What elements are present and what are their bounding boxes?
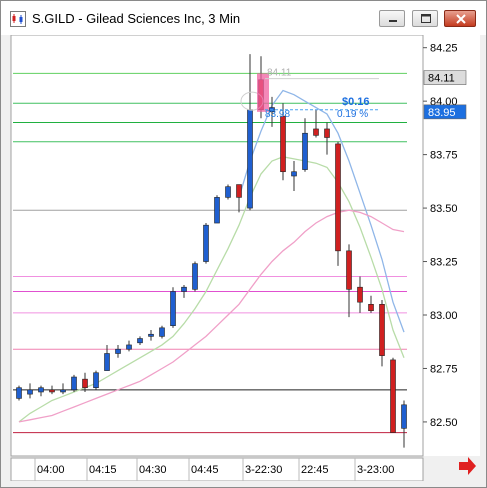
- minimize-button[interactable]: [379, 10, 405, 27]
- change-value: $0.16: [342, 96, 370, 108]
- price-flag: 84.11: [423, 70, 467, 85]
- y-tick-label: 83.00: [430, 310, 458, 322]
- candle-body: [49, 389, 55, 393]
- candle-body: [357, 286, 363, 303]
- candle: [93, 370, 99, 390]
- candle-body: [401, 404, 407, 429]
- y-tick-label: 82.50: [430, 417, 458, 429]
- chart-area[interactable]: 84.25 84.00 83.75 83.50 83.25 83.00 82.75 82.50…: [9, 34, 480, 482]
- x-tick-label: 22:45: [301, 464, 329, 476]
- candle-body: [313, 128, 319, 136]
- price-flag-label: 83.95: [428, 107, 456, 119]
- y-tick-label: 83.50: [430, 203, 458, 215]
- candle-body: [368, 304, 374, 312]
- maximize-icon: [421, 14, 431, 23]
- close-icon: [456, 14, 466, 24]
- close-button[interactable]: [444, 10, 476, 27]
- x-tick-label: 04:45: [191, 464, 219, 476]
- candlestick-chart[interactable]: 84.2584.0083.7583.5083.2583.0082.7582.50…: [9, 34, 480, 482]
- candle-body: [71, 376, 77, 391]
- candle-body: [181, 286, 187, 292]
- candle: [225, 184, 231, 200]
- candle: [390, 357, 396, 433]
- low-price-label: 83.98: [265, 109, 290, 120]
- candle-body: [104, 353, 110, 371]
- window-title: S.GILD - Gilead Sciences Inc, 3 Min: [32, 11, 241, 26]
- change-percent: 0.19 %: [337, 109, 368, 120]
- candle-body: [93, 372, 99, 389]
- candle-body: [148, 333, 154, 337]
- candle: [214, 195, 220, 224]
- x-tick-label: 04:30: [139, 464, 167, 476]
- candle-body: [346, 250, 352, 290]
- title-bar[interactable]: S.GILD - Gilead Sciences Inc, 3 Min: [1, 1, 486, 35]
- candle-body: [60, 389, 66, 393]
- candle-body: [214, 197, 220, 224]
- candle-body: [379, 304, 385, 356]
- y-tick-label: 82.75: [430, 363, 458, 375]
- candle-body: [335, 143, 341, 252]
- candle: [203, 223, 209, 264]
- candle-body: [324, 128, 330, 138]
- candle: [170, 287, 176, 328]
- candle: [159, 325, 165, 339]
- candle-body: [170, 291, 176, 326]
- candle-body: [137, 338, 143, 344]
- x-tick-label: 3-22:30: [245, 464, 282, 476]
- candle-body: [38, 387, 44, 393]
- candle-body: [16, 387, 22, 399]
- candle: [71, 374, 77, 392]
- candle-body: [27, 389, 33, 395]
- candle-body: [291, 171, 297, 177]
- candle-body: [82, 378, 88, 389]
- candle-body: [203, 224, 209, 262]
- candle-body: [390, 359, 396, 433]
- maximize-button[interactable]: [412, 10, 438, 27]
- y-tick-label: 83.75: [430, 150, 458, 162]
- price-flag: 83.95: [423, 104, 467, 120]
- candle-body: [247, 109, 253, 209]
- candle-body: [159, 327, 165, 337]
- chart-app-icon: [10, 11, 26, 27]
- candle-body: [302, 132, 308, 170]
- candle-body: [126, 344, 132, 350]
- candle-body: [115, 348, 121, 354]
- y-tick-label: 83.25: [430, 257, 458, 269]
- chart-window: S.GILD - Gilead Sciences Inc, 3 Min 84.2…: [0, 0, 487, 488]
- candle: [16, 385, 22, 401]
- candle-body: [192, 263, 198, 290]
- y-tick-label: 84.25: [430, 43, 458, 55]
- candle: [335, 141, 341, 266]
- top-price-label: 84.11: [267, 68, 292, 79]
- x-tick-label: 04:15: [89, 464, 117, 476]
- x-tick-label: 3-23:00: [357, 464, 394, 476]
- candle-body: [280, 115, 286, 173]
- minimize-icon: [389, 20, 397, 22]
- candle: [192, 261, 198, 292]
- x-tick-label: 04:00: [37, 464, 65, 476]
- candle-body: [225, 186, 231, 198]
- price-flag-label: 84.11: [428, 73, 455, 85]
- candle-body: [236, 184, 242, 198]
